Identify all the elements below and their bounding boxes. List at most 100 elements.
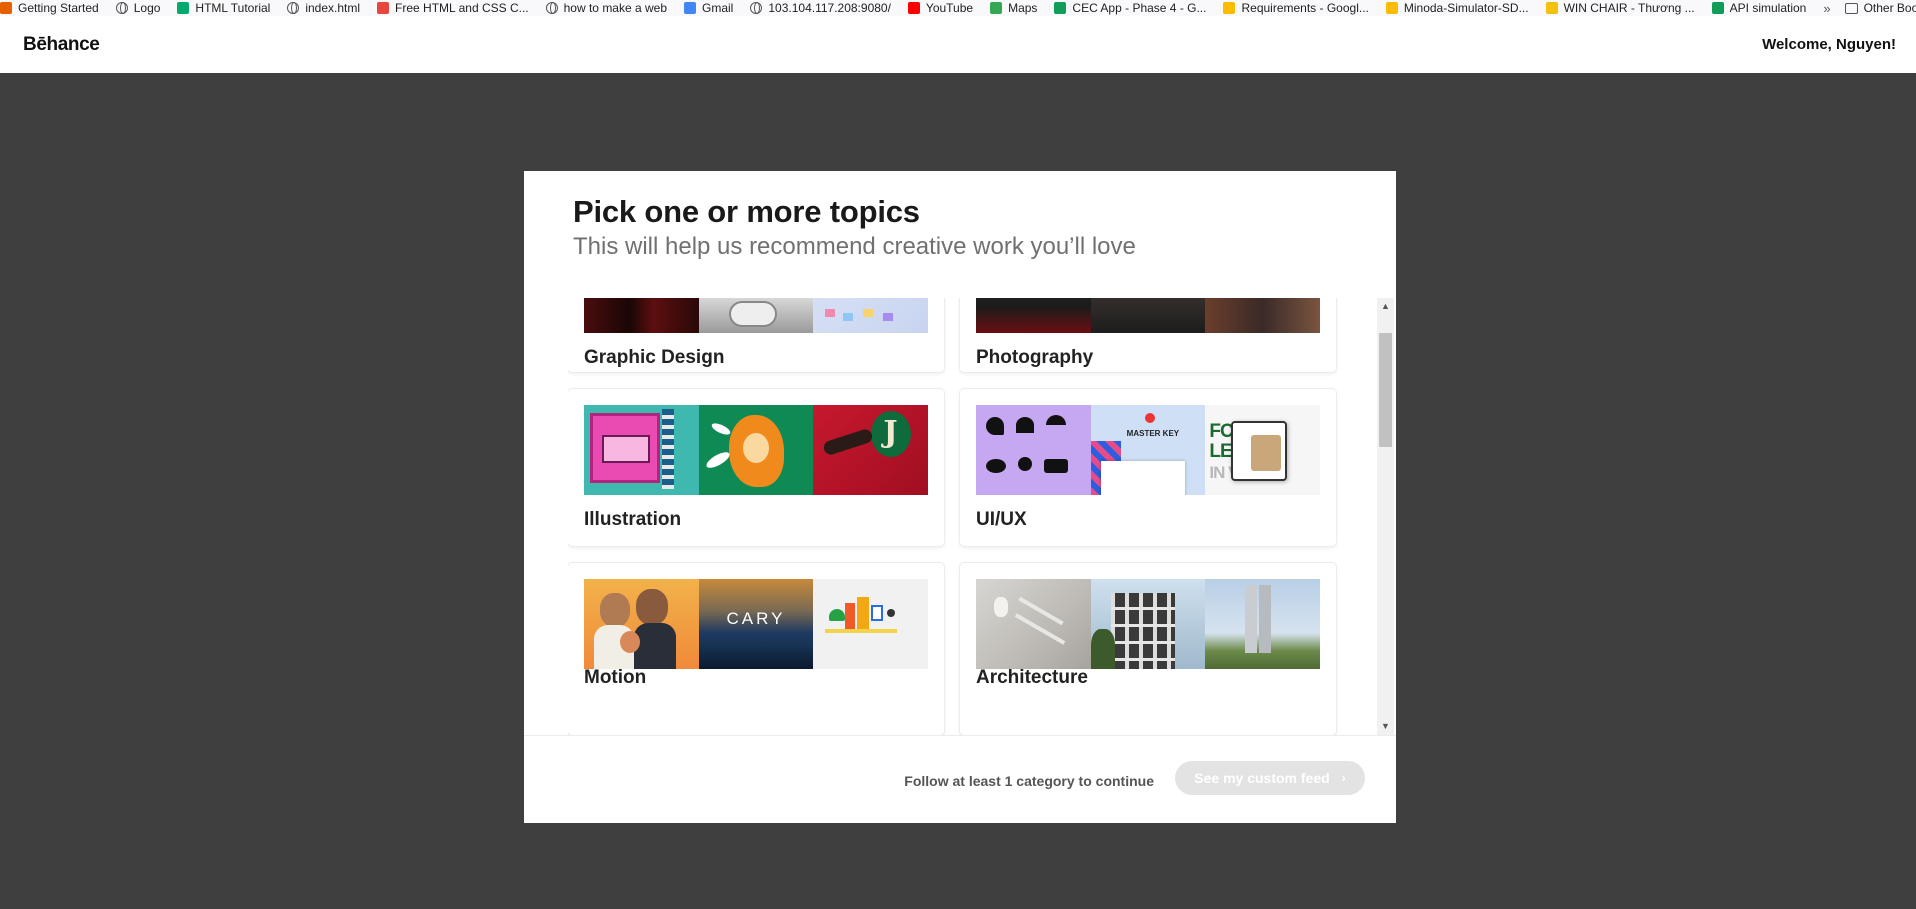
bookmarks-bar: Getting Started Logo HTML Tutorial index.ht… xyxy=(0,0,1916,16)
welcome-message: Welcome, Nguyen! xyxy=(1762,36,1896,53)
category-card-motion[interactable]: CARY Motion xyxy=(568,563,944,735)
category-card-ui-ux[interactable]: MASTER KEY FOREST LETTY IN VE UI/UX xyxy=(960,389,1336,546)
bookmark-item[interactable]: YouTube xyxy=(907,0,974,16)
category-label: Motion xyxy=(584,667,647,688)
bookmark-item[interactable]: Minoda-Simulator-SD... xyxy=(1385,0,1529,16)
bookmark-label: YouTube xyxy=(925,1,974,15)
category-thumbnails: CARY xyxy=(584,579,928,669)
follow-requirement-note: Follow at least 1 category to continue xyxy=(904,773,1154,789)
behance-logo[interactable]: Bēhance xyxy=(23,34,100,56)
category-thumbnails xyxy=(584,298,928,333)
bookmark-red-icon xyxy=(377,2,390,14)
category-card-architecture[interactable]: Architecture xyxy=(960,563,1336,735)
modal-title: Pick one or more topics xyxy=(573,194,920,229)
crown-icon xyxy=(1545,2,1558,14)
thumbnail-image: MASTER KEY xyxy=(1090,405,1206,495)
bookmark-label: Minoda-Simulator-SD... xyxy=(1403,1,1529,15)
thumbnail-image xyxy=(698,405,814,495)
bookmark-label: Gmail xyxy=(702,1,734,15)
thumbnail-image xyxy=(584,405,699,495)
bookmark-label: index.html xyxy=(305,1,361,15)
bookmark-label: CEC App - Phase 4 - G... xyxy=(1072,1,1207,15)
thumbnail-text: CARY xyxy=(726,609,786,628)
scroll-down-icon[interactable]: ▼ xyxy=(1381,722,1390,731)
thumbnail-image xyxy=(698,298,814,333)
thumbnail-image xyxy=(976,579,1091,669)
thumbnail-image: FOREST LETTY IN VE xyxy=(1205,405,1320,495)
bookmark-item[interactable]: WIN CHAIR - Thương ... xyxy=(1545,0,1695,16)
globe-icon xyxy=(287,2,300,14)
bookmark-item[interactable]: index.html xyxy=(287,0,360,16)
category-card-photography[interactable]: Photography xyxy=(960,298,1336,372)
w3schools-icon xyxy=(177,2,190,14)
thumbnail-image xyxy=(976,405,1091,495)
globe-icon xyxy=(545,2,558,14)
bookmark-label: Getting Started xyxy=(18,1,99,15)
thumbnail-image xyxy=(584,579,699,669)
sheets-icon xyxy=(1711,2,1724,14)
bookmark-label: Requirements - Googl... xyxy=(1241,1,1369,15)
sheets-icon xyxy=(1054,2,1067,14)
firefox-icon xyxy=(0,2,12,14)
category-label: Graphic Design xyxy=(584,347,725,368)
category-thumbnails xyxy=(976,298,1320,333)
thumbnail-image: J xyxy=(813,405,928,495)
thumbnail-image xyxy=(1205,579,1320,669)
folder-icon xyxy=(1844,2,1858,14)
topic-picker-modal: Pick one or more topics This will help u… xyxy=(524,171,1396,823)
bookmark-item[interactable]: 103.104.117.208:9080/ xyxy=(750,0,891,16)
bookmark-item[interactable]: API simulation xyxy=(1711,0,1806,16)
category-label: Photography xyxy=(976,347,1094,368)
bookmark-item[interactable]: Free HTML and CSS C... xyxy=(377,0,529,16)
category-thumbnails: MASTER KEY FOREST LETTY IN VE xyxy=(976,405,1320,495)
bookmark-label: Maps xyxy=(1008,1,1038,15)
thumbnail-image xyxy=(1090,298,1206,333)
thumbnail-image xyxy=(976,298,1091,333)
thumbnail-image xyxy=(1205,298,1320,333)
bookmark-item[interactable]: Requirements - Googl... xyxy=(1223,0,1369,16)
category-label: UI/UX xyxy=(976,509,1027,530)
globe-icon xyxy=(750,2,763,14)
bookmark-item[interactable]: Gmail xyxy=(684,0,733,16)
category-label: Architecture xyxy=(976,667,1088,688)
youtube-icon xyxy=(907,2,920,14)
google-icon xyxy=(684,2,697,14)
category-card-illustration[interactable]: J Illustration xyxy=(568,389,944,546)
thumbnail-text: MASTER KEY xyxy=(1126,429,1180,438)
bookmark-item[interactable]: Maps xyxy=(990,0,1037,16)
thumbnail-image xyxy=(813,298,928,333)
bookmark-item[interactable]: Getting Started xyxy=(0,0,99,16)
bookmark-item[interactable]: HTML Tutorial xyxy=(177,0,270,16)
globe-icon xyxy=(115,2,128,14)
category-scrollbar[interactable]: ▲ ▼ xyxy=(1377,298,1394,735)
see-custom-feed-button[interactable]: See my custom feed › xyxy=(1175,761,1365,795)
bookmark-item[interactable]: how to make a web xyxy=(545,0,668,16)
thumbnail-image: CARY xyxy=(698,579,814,669)
thumbnail-image xyxy=(813,579,928,669)
other-bookmarks-label: Other Bookmarks xyxy=(1863,1,1916,15)
bookmark-item[interactable]: Logo xyxy=(115,0,161,16)
bookmarks-overflow-icon[interactable]: » xyxy=(1823,1,1830,16)
bookmark-label: Logo xyxy=(133,1,161,15)
cta-label: See my custom feed xyxy=(1194,770,1330,786)
category-thumbnails xyxy=(976,579,1320,669)
site-header: Bēhance Welcome, Nguyen! xyxy=(0,16,1916,73)
maps-icon xyxy=(990,2,1003,14)
bookmark-label: how to make a web xyxy=(563,1,668,15)
bookmark-label: 103.104.117.208:9080/ xyxy=(768,1,891,15)
modal-footer: Follow at least 1 category to continue S… xyxy=(524,735,1396,823)
scroll-up-icon[interactable]: ▲ xyxy=(1381,302,1390,311)
drive-icon xyxy=(1385,2,1398,14)
bookmark-label: WIN CHAIR - Thương ... xyxy=(1563,1,1695,15)
modal-subtitle: This will help us recommend creative wor… xyxy=(573,233,1136,260)
category-grid: Graphic Design Photography J Illustratio… xyxy=(568,298,1376,735)
thumbnail-image xyxy=(1090,579,1206,669)
category-thumbnails: J xyxy=(584,405,928,495)
bookmark-label: Free HTML and CSS C... xyxy=(395,1,529,15)
scrollbar-thumb[interactable] xyxy=(1379,333,1392,447)
bookmark-item[interactable]: CEC App - Phase 4 - G... xyxy=(1054,0,1206,16)
chevron-right-icon: › xyxy=(1341,771,1346,785)
drive-icon xyxy=(1223,2,1236,14)
other-bookmarks[interactable]: Other Bookmarks xyxy=(1844,1,1916,15)
category-card-graphic-design[interactable]: Graphic Design xyxy=(568,298,944,372)
